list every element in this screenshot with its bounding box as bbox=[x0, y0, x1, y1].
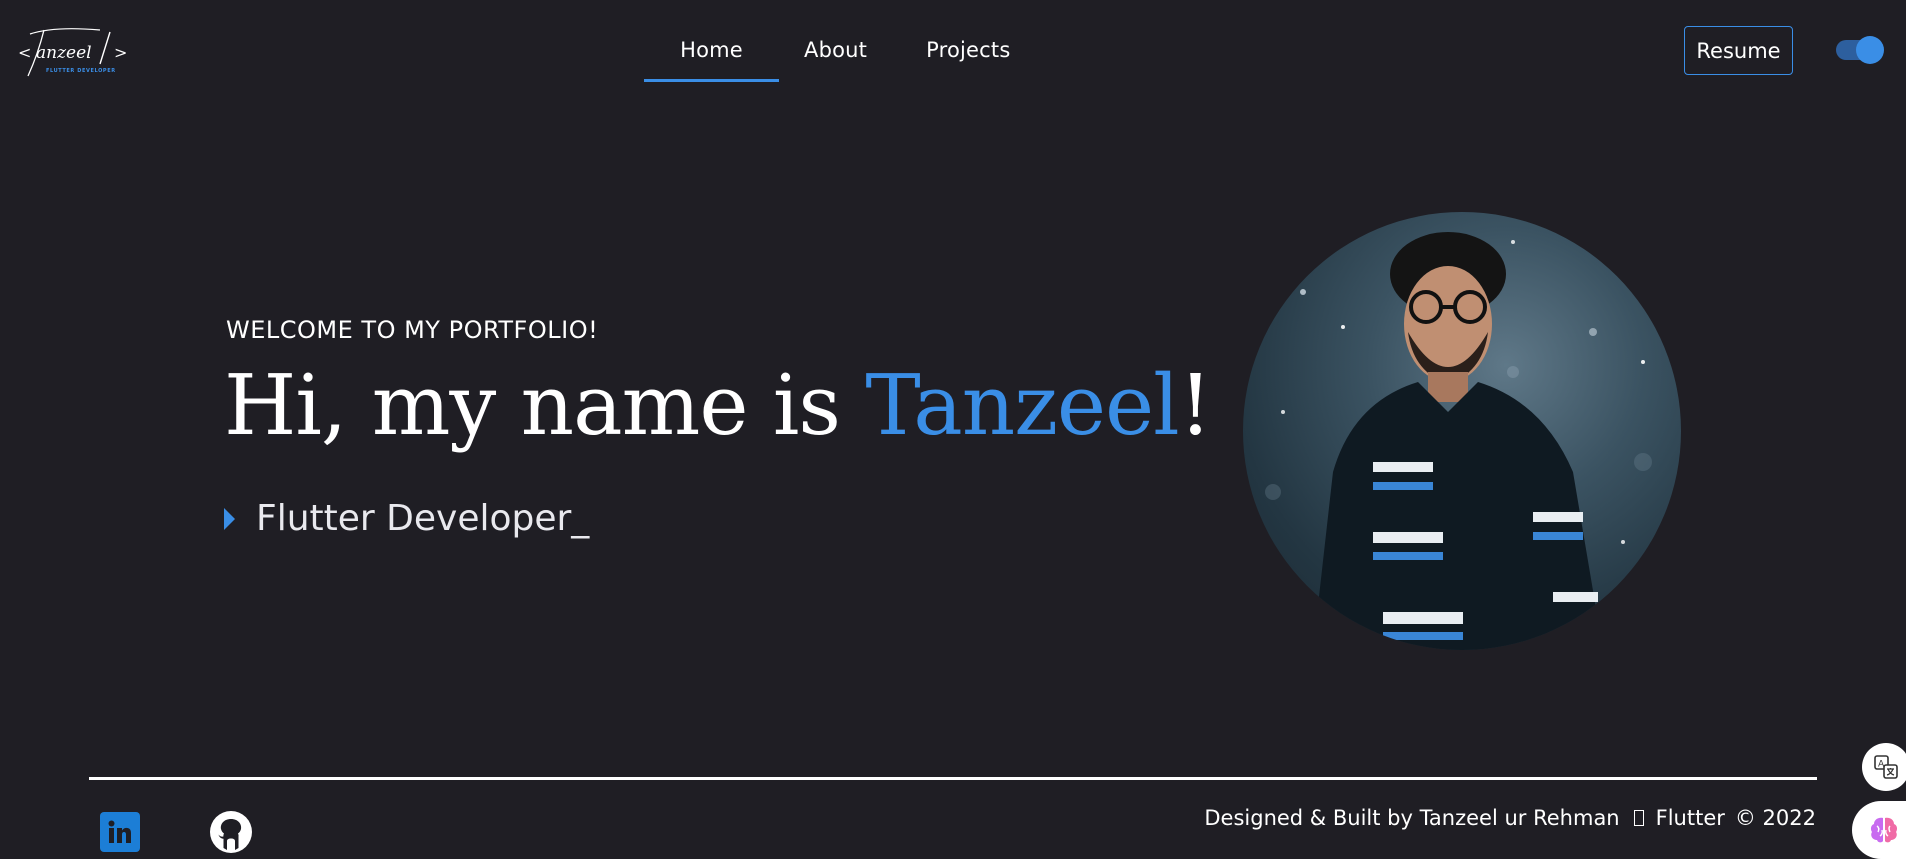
portfolio-page: < anzeel > FLUTTER DEVELOPER Home About … bbox=[0, 0, 1906, 859]
linkedin-icon[interactable] bbox=[100, 812, 140, 852]
credits-year: © 2022 bbox=[1734, 806, 1816, 830]
nav-projects-label: Projects bbox=[926, 38, 1011, 62]
logo[interactable]: < anzeel > FLUTTER DEVELOPER bbox=[14, 24, 140, 82]
assistant-button[interactable] bbox=[1852, 801, 1906, 859]
theme-toggle-knob bbox=[1856, 36, 1884, 64]
main-nav: Home About Projects bbox=[644, 20, 1010, 82]
credits-text: Designed & Built by Tanzeel ur Rehman bbox=[1204, 806, 1620, 830]
hero-title-suffix: ! bbox=[1178, 357, 1212, 454]
theme-toggle[interactable] bbox=[1836, 36, 1884, 64]
profile-photo bbox=[1243, 212, 1681, 650]
credits-tech: Flutter bbox=[1655, 806, 1725, 830]
translate-icon: A bbox=[1874, 755, 1898, 779]
role-text: Flutter Developer_ bbox=[256, 498, 590, 539]
svg-text:anzeel: anzeel bbox=[36, 43, 92, 63]
nav-home-label: Home bbox=[680, 38, 743, 62]
resume-button[interactable]: Resume bbox=[1684, 26, 1793, 75]
welcome-text: WELCOME TO MY PORTFOLIO! bbox=[226, 316, 599, 344]
svg-text:>: > bbox=[114, 43, 127, 62]
hero-title-prefix: Hi, my name is bbox=[224, 357, 866, 454]
missing-glyph-icon bbox=[1633, 810, 1644, 826]
footer-divider bbox=[89, 777, 1817, 780]
svg-text:<: < bbox=[18, 43, 31, 62]
translate-button[interactable]: A bbox=[1862, 743, 1906, 791]
nav-home[interactable]: Home bbox=[644, 20, 779, 82]
github-icon[interactable] bbox=[209, 810, 253, 854]
hero-title: Hi, my name is Tanzeel! bbox=[224, 352, 1212, 460]
footer-credits: Designed & Built by Tanzeel ur Rehman Fl… bbox=[1204, 806, 1816, 830]
nav-about[interactable]: About bbox=[804, 20, 867, 82]
role-line: Flutter Developer_ bbox=[224, 498, 589, 539]
nav-projects[interactable]: Projects bbox=[926, 20, 1010, 82]
logo-signature: < anzeel > FLUTTER DEVELOPER bbox=[18, 28, 127, 77]
caret-right-icon bbox=[224, 507, 235, 530]
hero-title-name: Tanzeel bbox=[865, 357, 1179, 454]
svg-text:FLUTTER DEVELOPER: FLUTTER DEVELOPER bbox=[46, 68, 116, 74]
nav-about-label: About bbox=[804, 38, 868, 62]
brain-icon bbox=[1870, 817, 1898, 843]
